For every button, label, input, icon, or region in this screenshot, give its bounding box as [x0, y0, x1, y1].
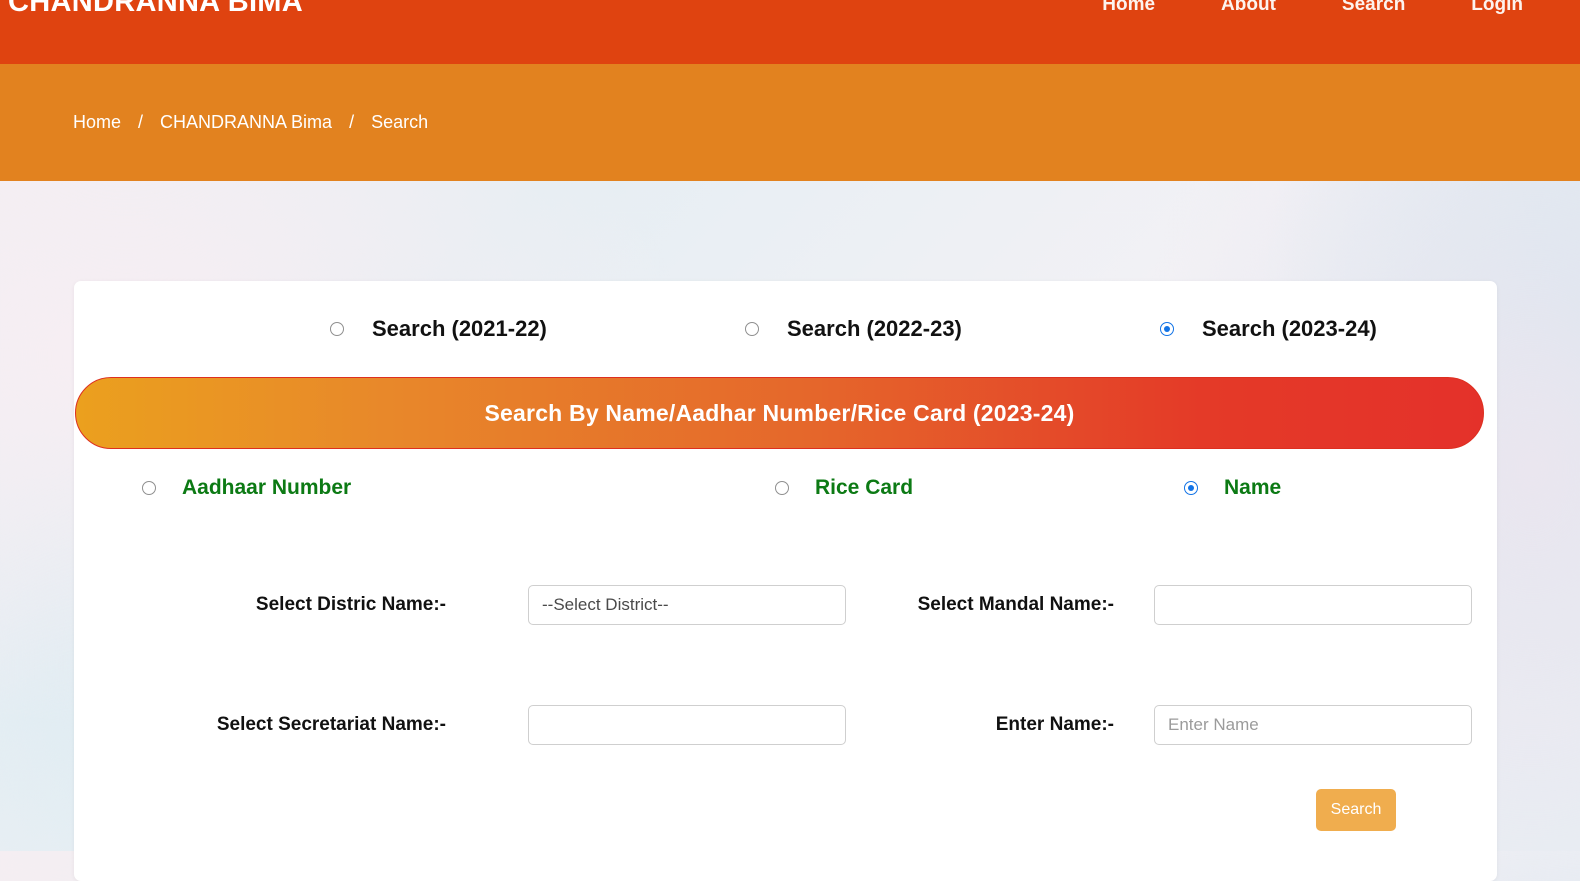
- year-option-2022-23[interactable]: Search (2022-23): [745, 316, 962, 342]
- search-banner-title: Search By Name/Aadhar Number/Rice Card (…: [484, 399, 1075, 426]
- search-type-option-aadhaar[interactable]: Aadhaar Number: [142, 476, 351, 500]
- search-type-label: Rice Card: [815, 476, 914, 499]
- breadcrumb-item-home[interactable]: Home: [73, 112, 121, 133]
- radio-icon[interactable]: [330, 322, 344, 336]
- breadcrumb-separator: /: [138, 112, 144, 132]
- main-navigation: Home About Search Login: [1069, 0, 1556, 16]
- district-select[interactable]: --Select District--: [528, 585, 846, 625]
- submit-row: Search: [74, 789, 1497, 837]
- secretariat-label: Select Secretariat Name:-: [216, 714, 446, 735]
- search-type-radio-group: Aadhaar Number Rice Card Name: [74, 476, 1497, 526]
- year-option-label: Search (2022-23): [787, 316, 962, 341]
- mandal-select[interactable]: [1154, 585, 1472, 625]
- radio-icon[interactable]: [745, 322, 759, 336]
- nav-item-about[interactable]: About: [1188, 0, 1309, 16]
- name-label: Enter Name:-: [995, 714, 1114, 735]
- field-group-mandal: Select Mandal Name:-: [848, 585, 1472, 625]
- secretariat-select[interactable]: [528, 705, 846, 745]
- radio-icon-selected[interactable]: [1184, 481, 1198, 495]
- breadcrumb-item-search: Search: [371, 112, 429, 132]
- nav-item-login[interactable]: Login: [1438, 0, 1556, 16]
- breadcrumb: Home / CHANDRANNA Bima / Search: [73, 112, 428, 133]
- search-card: Search (2021-22) Search (2022-23) Search…: [74, 281, 1497, 881]
- field-group-secretariat: Select Secretariat Name:-: [164, 705, 846, 745]
- search-type-option-name[interactable]: Name: [1184, 476, 1281, 500]
- year-radio-group: Search (2021-22) Search (2022-23) Search…: [74, 303, 1497, 355]
- year-option-label: Search (2023-24): [1202, 316, 1377, 341]
- site-brand: CHANDRANNA BIMA: [8, 0, 304, 18]
- year-option-2021-22[interactable]: Search (2021-22): [330, 316, 547, 342]
- radio-icon[interactable]: [142, 481, 156, 495]
- mandal-label: Select Mandal Name:-: [917, 594, 1114, 615]
- year-option-2023-24[interactable]: Search (2023-24): [1160, 316, 1377, 342]
- search-type-label: Aadhaar Number: [182, 476, 352, 499]
- breadcrumb-item-chandranna-bima[interactable]: CHANDRANNA Bima: [160, 112, 332, 133]
- search-type-label: Name: [1224, 476, 1282, 499]
- nav-item-search[interactable]: Search: [1309, 0, 1438, 16]
- search-banner: Search By Name/Aadhar Number/Rice Card (…: [75, 377, 1484, 449]
- radio-icon[interactable]: [775, 481, 789, 495]
- field-group-name: Enter Name:- Enter Name: [848, 705, 1472, 745]
- district-label: Select Distric Name:-: [255, 594, 446, 615]
- year-option-label: Search (2021-22): [372, 316, 547, 341]
- search-button[interactable]: Search: [1316, 789, 1396, 831]
- field-group-district: Select Distric Name:- --Select District-…: [164, 585, 846, 625]
- nav-item-home[interactable]: Home: [1069, 0, 1188, 16]
- site-header: CHANDRANNA BIMA Home About Search Login: [0, 0, 1580, 64]
- search-type-option-rice-card[interactable]: Rice Card: [775, 476, 913, 500]
- breadcrumb-separator: /: [349, 112, 355, 132]
- name-input[interactable]: Enter Name: [1154, 705, 1472, 745]
- breadcrumb-band: Home / CHANDRANNA Bima / Search: [0, 64, 1580, 181]
- radio-icon-selected[interactable]: [1160, 322, 1174, 336]
